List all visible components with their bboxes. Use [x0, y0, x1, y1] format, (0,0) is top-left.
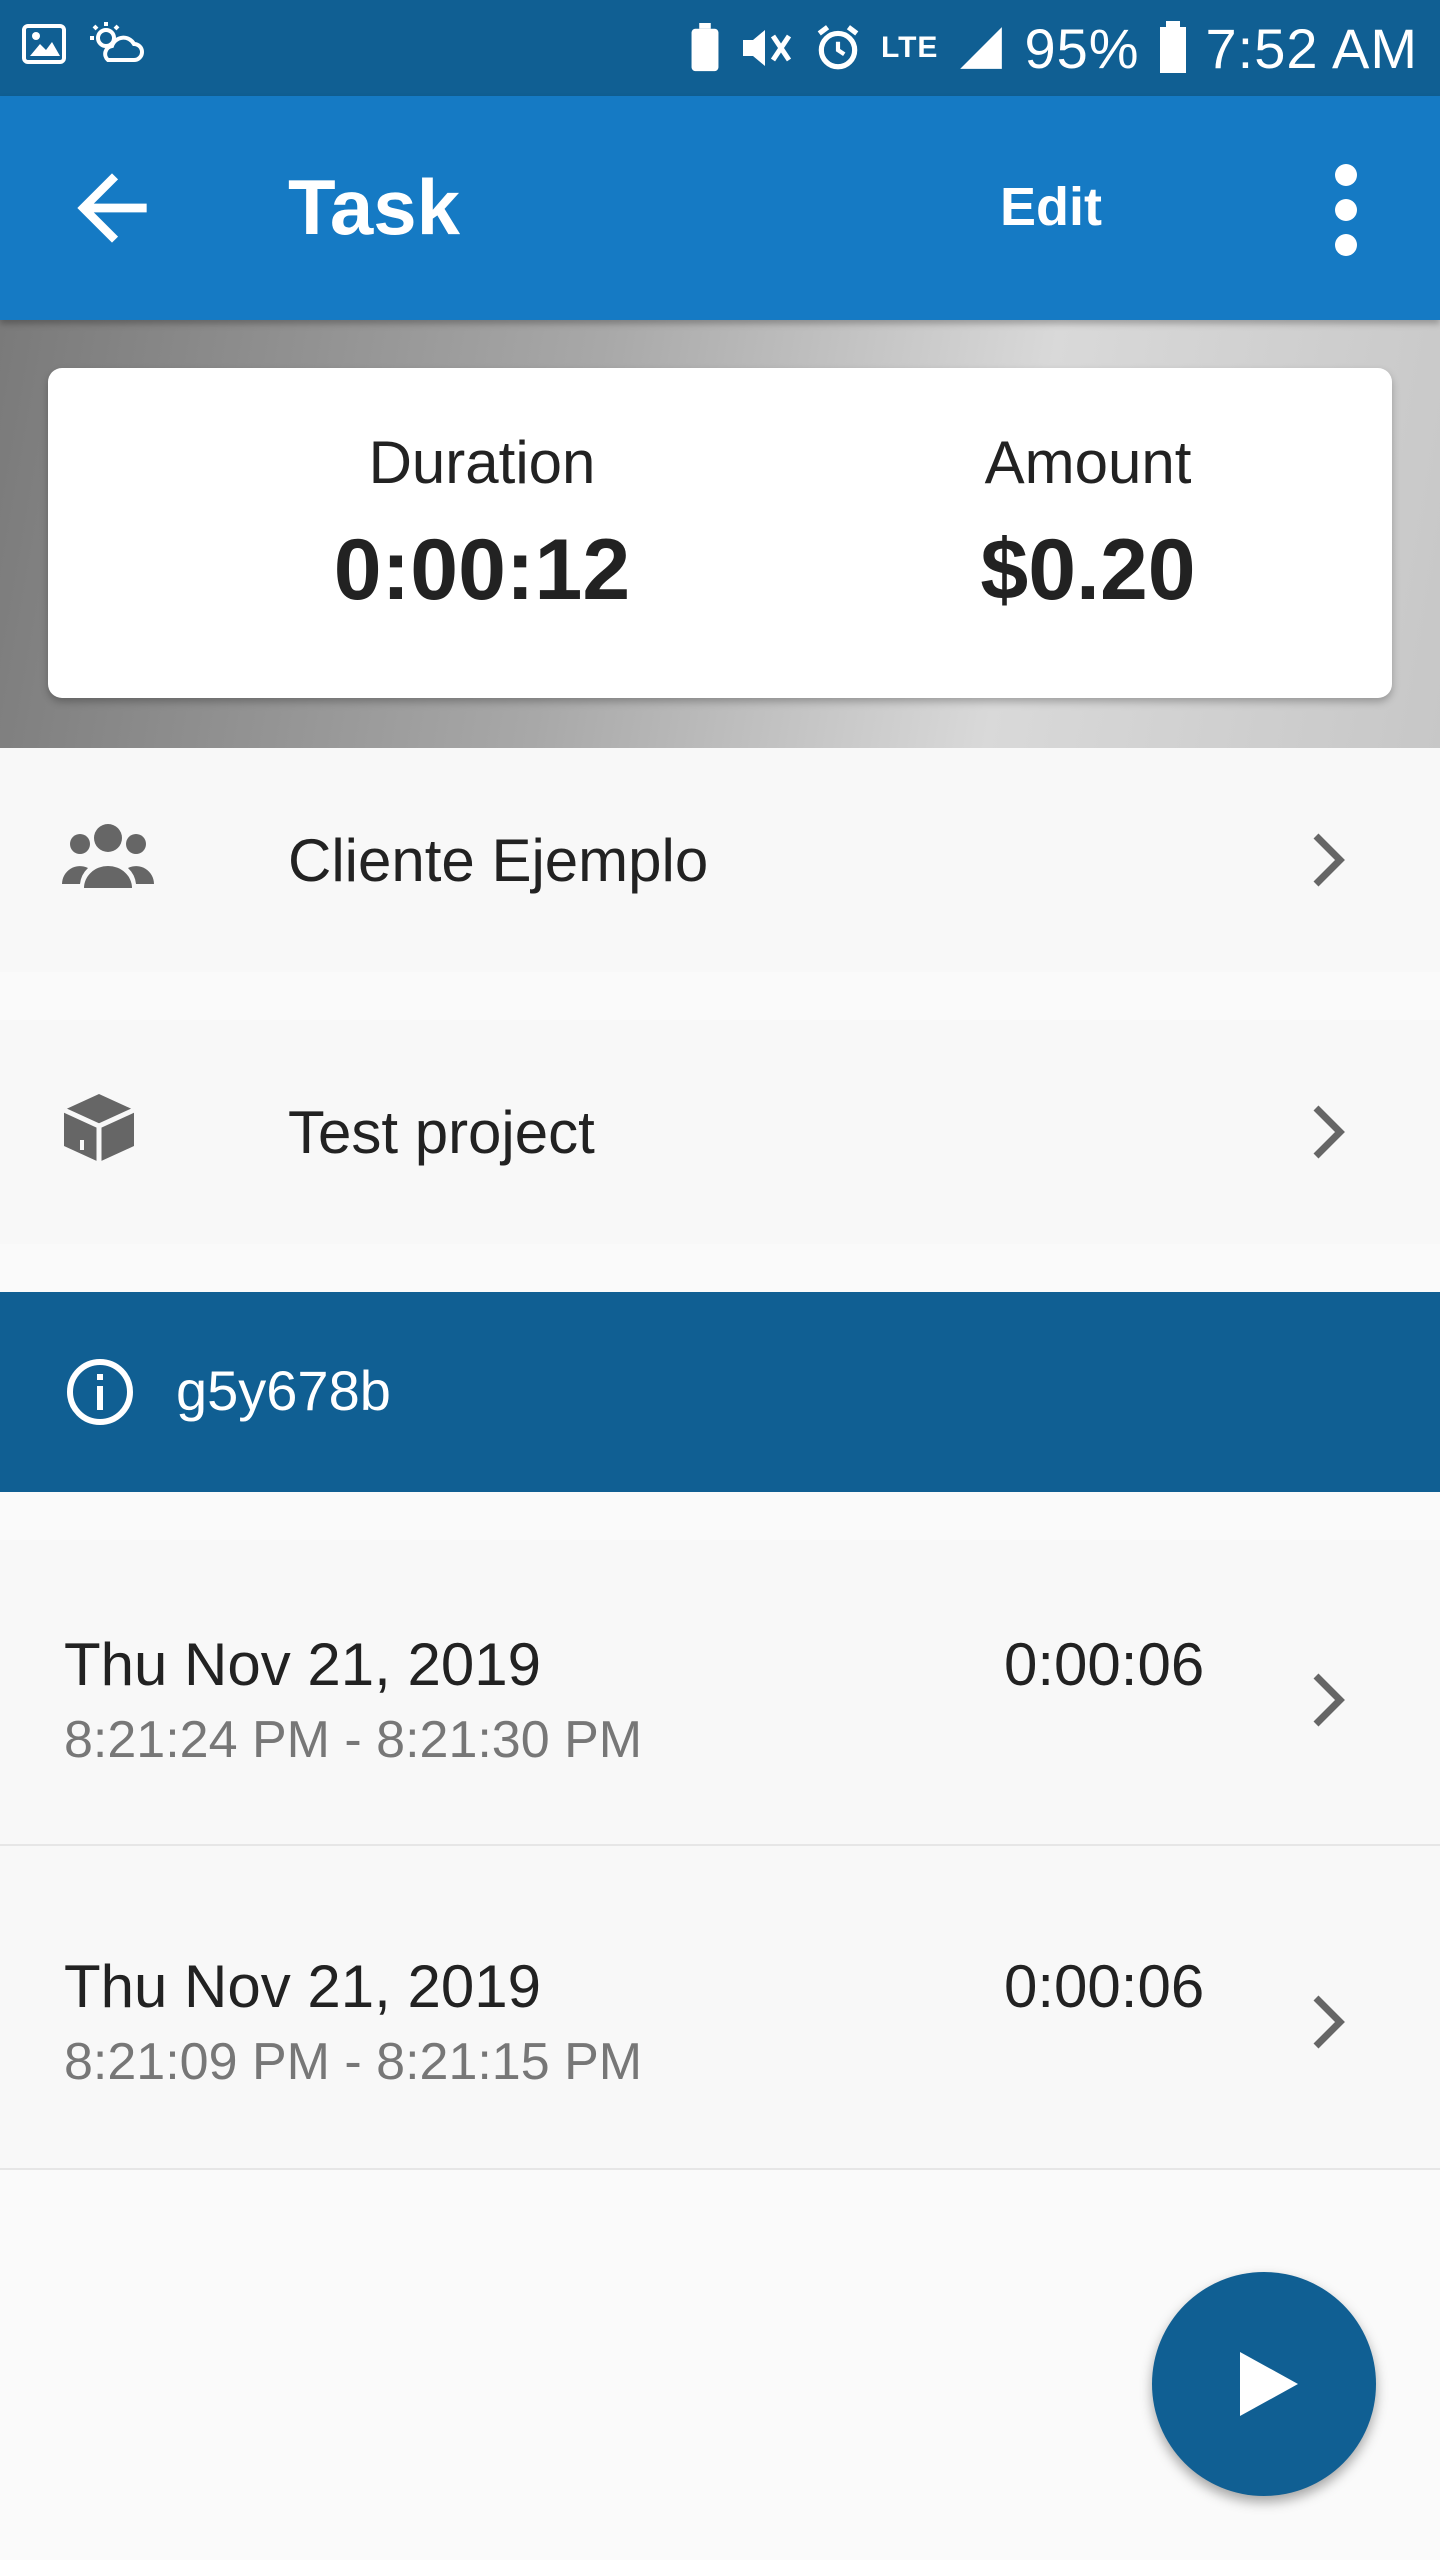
summary-band: Duration 0:00:12 Amount $0.20: [0, 320, 1440, 748]
signal-icon: [960, 27, 1003, 69]
entry-date: Thu Nov 21, 2019: [64, 1631, 541, 1698]
entry-duration: 0:00:06: [1004, 1953, 1205, 2020]
chevron-right-icon: [1313, 1995, 1345, 2049]
client-name: Cliente Ejemplo: [288, 827, 709, 894]
task-description-bar: g5y678b: [0, 1292, 1440, 1492]
status-system: LTE 95% 7:52 AM: [689, 0, 1418, 96]
entry-time-range: 8:21:24 PM - 8:21:30 PM: [64, 1711, 643, 1769]
duration-label: Duration: [368, 429, 596, 496]
box-icon: [62, 1094, 136, 1162]
battery-icon: [1159, 21, 1186, 73]
amount-label: Amount: [984, 429, 1192, 496]
client-row[interactable]: Cliente Ejemplo: [0, 748, 1440, 972]
users-icon: [62, 824, 154, 888]
play-icon: [1240, 2352, 1298, 2416]
duration-value: 0:00:12: [333, 522, 631, 618]
clock: 7:52 AM: [1205, 16, 1418, 80]
project-name: Test project: [288, 1099, 595, 1166]
more-vert-icon: [1335, 164, 1357, 256]
app-bar: Task Edit: [0, 96, 1440, 320]
task-description: g5y678b: [176, 1359, 391, 1422]
edit-button[interactable]: Edit: [1000, 176, 1102, 238]
time-entry-row[interactable]: Thu Nov 21, 2019 8:21:09 PM - 8:21:15 PM…: [0, 1846, 1440, 2168]
row-divider: [0, 2168, 1440, 2170]
project-row[interactable]: Test project: [0, 1020, 1440, 1244]
network-type: LTE: [881, 31, 939, 64]
status-notifications: [20, 20, 144, 68]
start-timer-button[interactable]: [1152, 2272, 1376, 2496]
duration-summary: Duration 0:00:12: [222, 428, 742, 620]
arrow-back-icon: [77, 173, 147, 243]
battery-saver-icon: [691, 23, 719, 72]
entry-date: Thu Nov 21, 2019: [64, 1953, 541, 2020]
back-button[interactable]: [60, 156, 164, 260]
time-entry-row[interactable]: Thu Nov 21, 2019 8:21:24 PM - 8:21:30 PM…: [0, 1540, 1440, 1844]
alarm-icon: [817, 25, 859, 70]
overflow-menu-button[interactable]: [1316, 160, 1376, 260]
status-bar: LTE 95% 7:52 AM: [0, 0, 1440, 96]
weather-notification-icon: [90, 22, 144, 62]
page-title: Task: [288, 163, 460, 251]
amount-value: $0.20: [980, 522, 1196, 618]
chevron-right-icon: [1313, 1673, 1345, 1727]
chevron-right-icon: [1313, 833, 1345, 887]
info-icon: [67, 1359, 133, 1425]
amount-summary: Amount $0.20: [828, 428, 1348, 620]
summary-card: Duration 0:00:12 Amount $0.20: [48, 368, 1392, 698]
battery-percent: 95%: [1024, 16, 1140, 80]
mute-vibrate-icon: [743, 30, 792, 66]
entry-time-range: 8:21:09 PM - 8:21:15 PM: [64, 2033, 643, 2091]
chevron-right-icon: [1313, 1105, 1345, 1159]
entry-duration: 0:00:06: [1004, 1631, 1205, 1698]
image-notification-icon: [22, 24, 66, 64]
